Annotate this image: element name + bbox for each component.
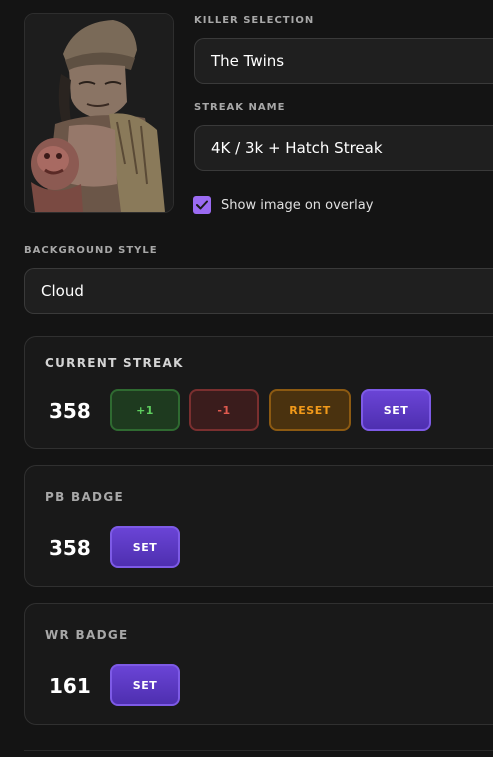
show-image-checkbox[interactable]: [193, 196, 211, 214]
killer-select-value: The Twins: [211, 52, 285, 70]
pb-badge-title: PB BADGE: [45, 490, 124, 504]
killer-selection-label: KILLER SELECTION: [194, 15, 315, 26]
current-streak-card: CURRENT STREAK 358 +1 -1 RESET SET: [24, 336, 493, 449]
decrement-button[interactable]: -1: [189, 389, 259, 431]
pb-badge-count: 358: [49, 536, 91, 560]
background-style-select[interactable]: Cloud: [24, 268, 493, 314]
set-wr-button[interactable]: SET: [110, 664, 180, 706]
set-pb-button[interactable]: SET: [110, 526, 180, 568]
streak-name-value: 4K / 3k + Hatch Streak: [211, 139, 383, 157]
show-image-option[interactable]: Show image on overlay: [193, 195, 373, 215]
section-divider: [24, 750, 493, 751]
pb-badge-card: PB BADGE 358 SET: [24, 465, 493, 587]
background-style-value: Cloud: [41, 282, 84, 300]
wr-badge-title: WR BADGE: [45, 628, 129, 642]
checkmark-icon: [196, 200, 208, 210]
increment-button[interactable]: +1: [110, 389, 180, 431]
background-style-label: BACKGROUND STYLE: [24, 245, 158, 256]
streak-name-label: STREAK NAME: [194, 102, 286, 113]
current-streak-title: CURRENT STREAK: [45, 356, 184, 370]
set-streak-button[interactable]: SET: [361, 389, 431, 431]
wr-badge-card: WR BADGE 161 SET: [24, 603, 493, 725]
reset-button[interactable]: RESET: [269, 389, 351, 431]
streak-settings-panel: KILLER SELECTION The Twins STREAK NAME 4…: [0, 0, 493, 757]
killer-select[interactable]: The Twins: [194, 38, 493, 84]
current-streak-count: 358: [49, 399, 91, 423]
show-image-label: Show image on overlay: [221, 197, 374, 213]
streak-name-input[interactable]: 4K / 3k + Hatch Streak: [194, 125, 493, 171]
killer-portrait-image: [25, 14, 173, 212]
wr-badge-count: 161: [49, 674, 91, 698]
killer-portrait: [24, 13, 174, 213]
